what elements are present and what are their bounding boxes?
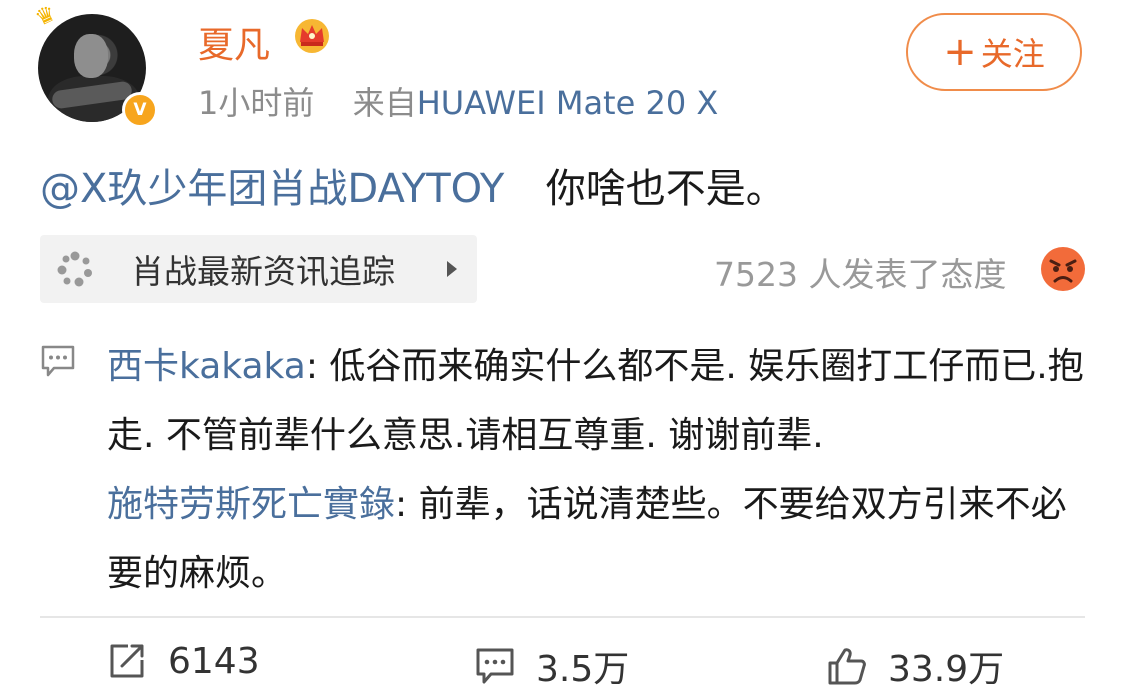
divider <box>40 616 1085 618</box>
comment-item[interactable]: 西卡kakaka: 低谷而来确实什么都不是. 娱乐圈打工仔而已.抱走. 不管前辈… <box>107 332 1090 470</box>
verified-badge-icon: V <box>122 92 158 128</box>
follow-label: 关注 <box>980 35 1045 73</box>
topic-card[interactable]: 肖战最新资讯追踪 <box>40 235 477 303</box>
post-time: 1小时前 <box>198 84 315 122</box>
comment-button[interactable]: 3.5万 <box>474 640 629 692</box>
vip-crown-icon <box>295 19 329 53</box>
post-source[interactable]: HUAWEI Mate 20 X <box>417 84 719 122</box>
comment-item[interactable]: 施特劳斯死亡實錄: 前辈，话说清楚些。不要给双方引来不必要的麻烦。 <box>107 470 1090 608</box>
commenter-name[interactable]: 施特劳斯死亡實錄 <box>107 484 395 525</box>
source-prefix: 来自 <box>352 84 417 122</box>
avatar-face <box>74 34 108 78</box>
like-button[interactable]: 33.9万 <box>826 640 1004 692</box>
reaction-count[interactable]: 7523 人发表了态度 <box>714 248 1006 296</box>
follow-button[interactable]: + 关注 <box>906 13 1082 91</box>
commenter-name[interactable]: 西卡kakaka <box>107 346 306 387</box>
like-count: 33.9万 <box>888 649 1005 690</box>
comment-bubble-icon <box>41 345 75 377</box>
comment-icon <box>476 648 514 684</box>
author-avatar[interactable]: ♛ V <box>32 1 160 128</box>
thumbs-up-icon <box>828 648 866 685</box>
comment-count: 3.5万 <box>536 649 630 690</box>
post-content: @X玖少年团肖战DAYTOY 你啥也不是。 <box>40 156 786 214</box>
topic-icon <box>57 251 92 287</box>
mention-link[interactable]: @X玖少年团肖战DAYTOY <box>40 166 504 212</box>
topic-label: 肖战最新资讯追踪 <box>131 252 395 291</box>
plus-icon: + <box>943 29 977 75</box>
angry-emoji-icon[interactable] <box>1040 246 1086 292</box>
chevron-right-icon <box>447 261 457 277</box>
author-name[interactable]: 夏凡 <box>198 16 270 68</box>
post-text: 你啥也不是。 <box>545 166 786 212</box>
repost-button[interactable]: 6143 <box>106 640 260 682</box>
post-meta: 1小时前 来自HUAWEI Mate 20 X <box>198 78 718 124</box>
repost-count: 6143 <box>168 640 260 682</box>
share-icon <box>110 644 144 678</box>
comment-preview: 西卡kakaka: 低谷而来确实什么都不是. 娱乐圈打工仔而已.抱走. 不管前辈… <box>40 332 1090 608</box>
